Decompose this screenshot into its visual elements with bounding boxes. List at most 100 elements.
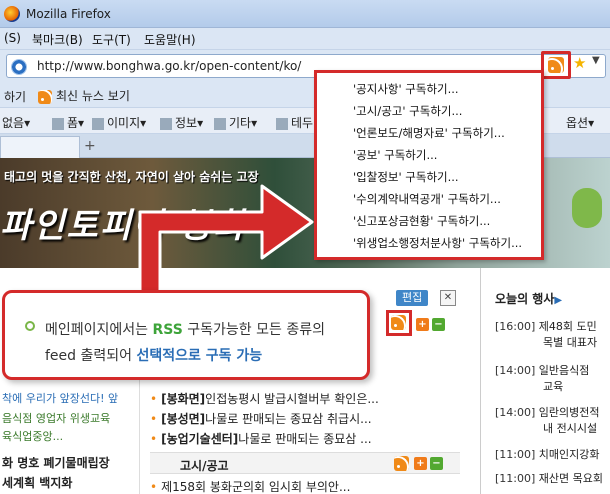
menu-item-history[interactable]: (S) <box>4 31 21 45</box>
menu-bar: (S) 북마크(B) 도구(T) 도움말(H) <box>0 28 610 50</box>
event-item[interactable]: [16:00] 제48회 도민 <box>495 318 597 334</box>
menu-item-bookmarks[interactable]: 북마크(B) <box>32 31 83 48</box>
devbar-item-outline[interactable]: 테두 <box>276 114 313 131</box>
rss-icon <box>391 315 406 330</box>
event-item-continued: 내 전시시설 <box>543 422 598 435</box>
callout-highlight-selective: 선택적으로 구독 가능 <box>136 348 263 364</box>
list-item-source: [농업기술센터] <box>161 432 239 446</box>
list-item-source: [봉성면] <box>161 412 206 426</box>
firefox-logo-icon <box>4 6 20 22</box>
edit-button[interactable]: 편집 <box>396 290 429 306</box>
event-time: [11:00] <box>495 448 536 461</box>
devbar-item-images-label: 이미지▾ <box>107 116 147 130</box>
outline-icon <box>276 117 288 130</box>
title-bar: Mozilla Firefox <box>0 0 610 28</box>
bullet-icon: • <box>150 412 158 426</box>
event-text: 임란의병전적 <box>538 406 600 419</box>
tab-current[interactable] <box>0 136 80 158</box>
section-rss-button[interactable] <box>386 310 412 336</box>
event-time: [14:00] <box>495 406 536 419</box>
event-text: 재산면 목요회 <box>538 472 604 485</box>
window-title: Mozilla Firefox <box>26 7 111 21</box>
section-title: 고시/공고 <box>180 459 229 473</box>
callout-highlight-rss: RSS <box>152 322 183 338</box>
section-header: 고시/공고 + − <box>150 452 460 474</box>
bullet-icon: • <box>150 432 158 446</box>
list-item-text: 나물로 판매되는 종묘삼 ... <box>238 432 372 446</box>
form-icon <box>52 117 64 130</box>
left-news-line[interactable]: 육식업중앙... <box>2 428 63 444</box>
annotation-callout: 메인페이지에서는 RSS 구독가능한 모든 종류의 feed 출력되어 선택적으… <box>2 290 370 380</box>
callout-text: 메인페이지에서는 <box>45 322 153 338</box>
event-time: [11:00] <box>495 472 536 485</box>
event-item[interactable]: [14:00] 일반음식점 <box>495 362 589 378</box>
url-dropdown-arrow-icon[interactable]: ▼ <box>592 55 600 66</box>
feed-menu-item[interactable]: '수의계약내역공개' 구독하기... <box>353 191 501 207</box>
devbar-item-info[interactable]: 정보▾ <box>160 114 203 131</box>
devbar-item-info-label: 정보▾ <box>175 116 204 130</box>
feed-menu-item[interactable]: '신고포상금현황' 구독하기... <box>353 213 490 229</box>
close-button[interactable]: ✕ <box>440 290 456 306</box>
left-news-line[interactable]: 음식점 영업자 위생교육 <box>2 410 110 426</box>
list-item[interactable]: • [농업기술센터]나물로 판매되는 종묘삼 ... <box>150 430 372 447</box>
feed-menu-item[interactable]: '고시/공고' 구독하기... <box>353 103 462 119</box>
event-time: [14:00] <box>495 364 536 377</box>
devbar-item-misc-label: 기타▾ <box>229 116 258 130</box>
feed-subscribe-menu: '공지사항' 구독하기... '고시/공고' 구독하기... '언론보도/해명자… <box>314 70 544 260</box>
callout-line-2: feed 출력되어 선택적으로 구독 가능 <box>45 345 262 365</box>
list-item[interactable]: • [봉성면]나물로 판매되는 종묘삼 취급시... <box>150 410 372 427</box>
bookmark-latest-news[interactable]: 최신 뉴스 보기 <box>38 87 130 104</box>
new-tab-icon[interactable]: + <box>84 138 96 154</box>
today-events-title[interactable]: 오늘의 행사▶ <box>495 290 562 307</box>
rss-feed-button[interactable] <box>541 51 571 79</box>
devbar-item-images[interactable]: 이미지▾ <box>92 114 146 131</box>
site-favicon-icon <box>11 59 27 75</box>
menu-item-help[interactable]: 도움말(H) <box>144 31 196 48</box>
event-text: 치매인지강화 <box>538 448 600 461</box>
event-item[interactable]: [11:00] 치매인지강화 <box>495 446 600 462</box>
list-item-text: 나물로 판매되는 종묘삼 취급시... <box>205 412 372 426</box>
collapse-button[interactable]: − <box>432 318 445 331</box>
devbar-item-misc[interactable]: 기타▾ <box>214 114 257 131</box>
bullet-circle-icon <box>25 321 35 331</box>
banner-slogan: 태고의 멋을 간직한 산천, 자연이 살아 숨쉬는 고장 <box>4 170 259 184</box>
event-text: 제48회 도민 <box>538 320 597 333</box>
collapse-button[interactable]: − <box>430 457 443 470</box>
misc-icon <box>214 117 226 130</box>
event-item-continued: 목별 대표자 <box>543 336 598 349</box>
bullet-icon: • <box>150 392 158 406</box>
left-headline[interactable]: 화 명호 폐기물매립장 <box>2 454 110 471</box>
expand-button[interactable]: + <box>416 318 429 331</box>
left-headline[interactable]: 세계획 백지화 <box>2 474 72 491</box>
devbar-item-outline-label: 테두 <box>291 116 314 130</box>
event-text: 일반음식점 <box>538 364 590 377</box>
event-item-continued: 교육 <box>543 380 564 393</box>
devbar-item-options[interactable]: 옵션▾ <box>566 114 594 131</box>
callout-text: feed 출력되어 <box>45 348 137 364</box>
event-item[interactable]: [14:00] 임란의병전적 <box>495 404 600 420</box>
devbar-item-none[interactable]: 없음▾ <box>2 114 30 131</box>
mascot-image <box>572 188 602 228</box>
bullet-icon: • <box>150 480 158 494</box>
menu-item-tools[interactable]: 도구(T) <box>92 31 131 48</box>
feed-menu-item[interactable]: '공지사항' 구독하기... <box>353 81 459 97</box>
bookmark-item[interactable]: 하기 <box>4 88 26 105</box>
feed-menu-item[interactable]: '위생업소행정처분사항' 구독하기... <box>353 235 522 251</box>
bookmark-star-icon[interactable]: ★ <box>573 54 586 72</box>
callout-text: 구독가능한 모든 종류의 <box>182 322 325 338</box>
event-item[interactable]: [11:00] 재산면 목요회 <box>495 470 603 486</box>
rss-icon <box>548 57 564 73</box>
feed-menu-item[interactable]: '언론보도/해명자료' 구독하기... <box>353 125 505 141</box>
devbar-item-forms[interactable]: 폼▾ <box>52 114 84 131</box>
feed-menu-item[interactable]: '공보' 구독하기... <box>353 147 437 163</box>
info-icon <box>160 117 172 130</box>
list-item-source: [봉화면] <box>161 392 206 406</box>
list-item-text: 인접농평시 발급시혈버부 확인은... <box>205 392 379 406</box>
url-text[interactable]: http://www.bonghwa.go.kr/open-content/ko… <box>37 59 301 73</box>
list-item[interactable]: • 제158회 봉화군의회 임시회 부의안... <box>150 478 350 494</box>
left-news-line[interactable]: 착에 우리가 앞장선다! 앞 <box>2 390 118 406</box>
expand-button[interactable]: + <box>414 457 427 470</box>
feed-menu-item[interactable]: '입찰정보' 구독하기... <box>353 169 459 185</box>
list-item[interactable]: • [봉화면]인접농평시 발급시혈버부 확인은... <box>150 390 379 407</box>
rss-icon[interactable] <box>394 456 409 471</box>
